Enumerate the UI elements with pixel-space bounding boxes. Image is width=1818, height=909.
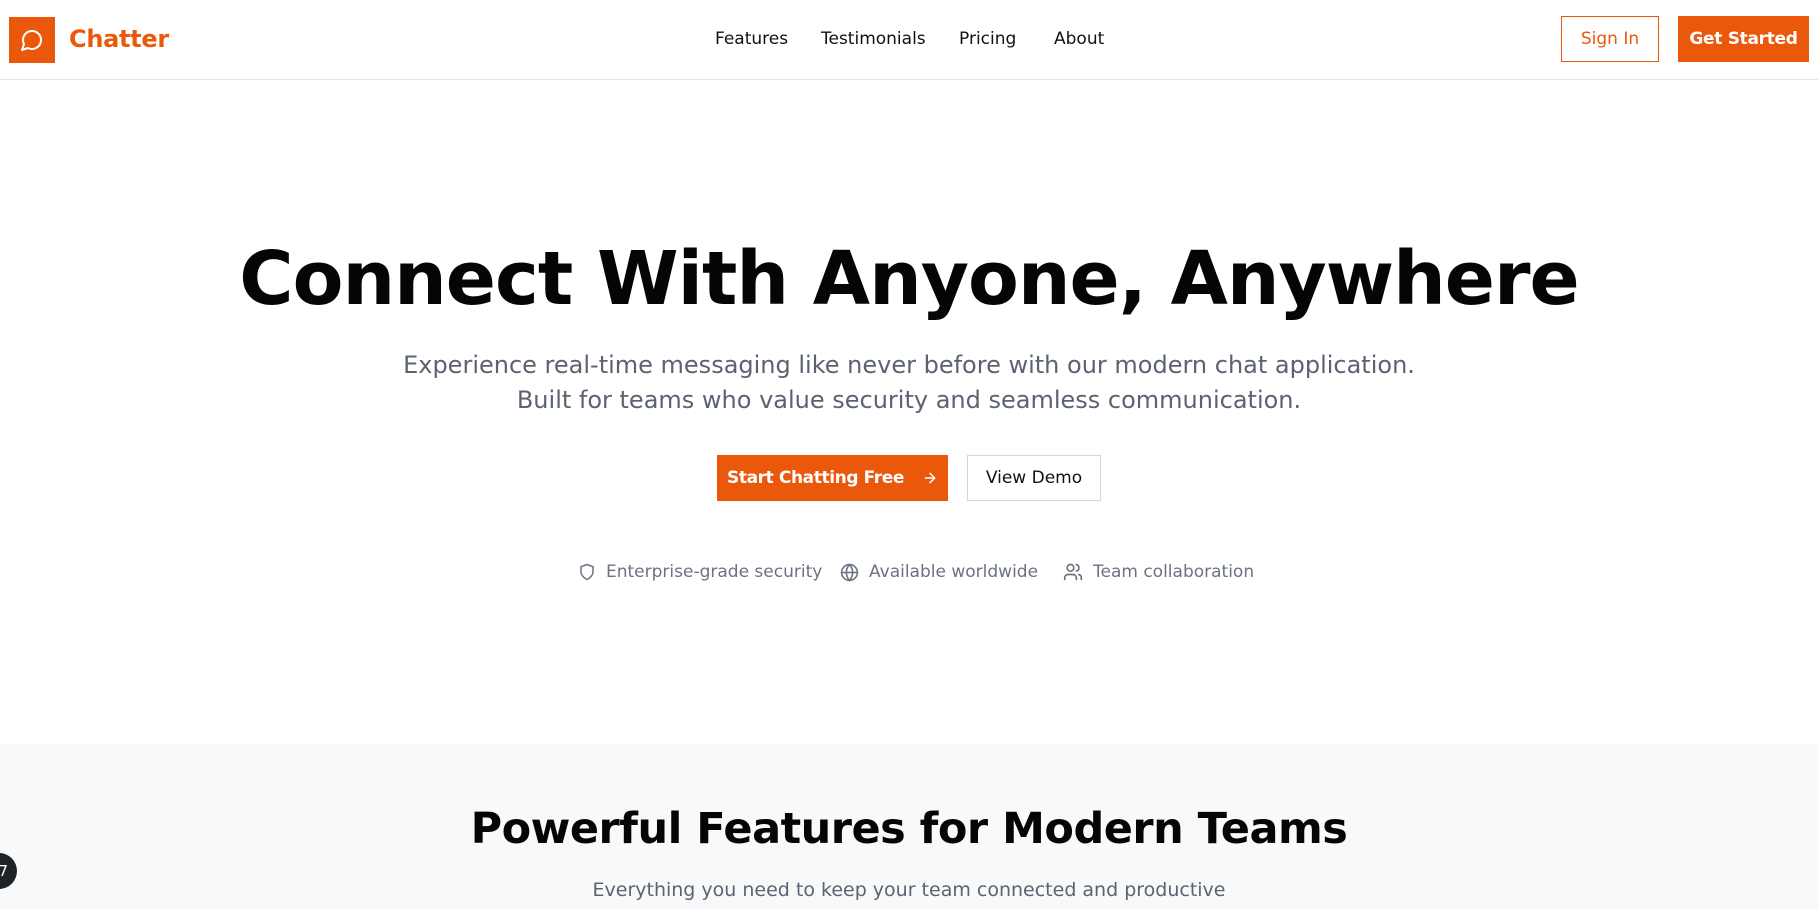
trust-item-security: Enterprise-grade security bbox=[578, 562, 822, 582]
get-started-button[interactable]: Get Started bbox=[1678, 16, 1809, 62]
features-section: Powerful Features for Modern Teams Every… bbox=[0, 744, 1818, 909]
nav-link-pricing[interactable]: Pricing bbox=[959, 29, 1016, 49]
start-chatting-label: Start Chatting Free bbox=[727, 468, 904, 488]
start-chatting-button[interactable]: Start Chatting Free bbox=[717, 455, 948, 501]
arrow-right-icon bbox=[924, 472, 936, 484]
sign-in-button[interactable]: Sign In bbox=[1561, 16, 1659, 62]
hero-subtitle-line-2: Built for teams who value security and s… bbox=[516, 386, 1302, 414]
nav-link-features[interactable]: Features bbox=[715, 29, 788, 49]
main-nav: Features Testimonials Pricing About bbox=[0, 29, 1818, 53]
view-demo-button[interactable]: View Demo bbox=[967, 455, 1101, 501]
hero-subtitle: Experience real-time messaging like neve… bbox=[0, 348, 1818, 418]
trust-item-collaboration: Team collaboration bbox=[1063, 562, 1254, 582]
features-subtitle: Everything you need to keep your team co… bbox=[592, 879, 1226, 901]
trust-label-worldwide: Available worldwide bbox=[869, 562, 1039, 582]
shield-icon bbox=[580, 563, 594, 581]
hero-subtitle-line-1: Experience real-time messaging like neve… bbox=[403, 351, 1415, 379]
users-icon bbox=[1063, 563, 1083, 581]
globe-icon bbox=[840, 563, 859, 581]
trust-item-worldwide: Available worldwide bbox=[840, 562, 1038, 582]
top-navbar: Chatter Features Testimonials Pricing Ab… bbox=[0, 0, 1818, 80]
nav-link-about[interactable]: About bbox=[1054, 29, 1104, 49]
nav-link-testimonials[interactable]: Testimonials bbox=[821, 29, 926, 49]
trust-label-collaboration: Team collaboration bbox=[1093, 562, 1255, 582]
hero-title: Connect With Anyone, Anywhere bbox=[239, 236, 1579, 322]
trust-label-security: Enterprise-grade security bbox=[606, 562, 823, 582]
features-title: Powerful Features for Modern Teams bbox=[470, 804, 1348, 854]
trust-indicators: Enterprise-grade security Available worl… bbox=[0, 562, 1818, 586]
